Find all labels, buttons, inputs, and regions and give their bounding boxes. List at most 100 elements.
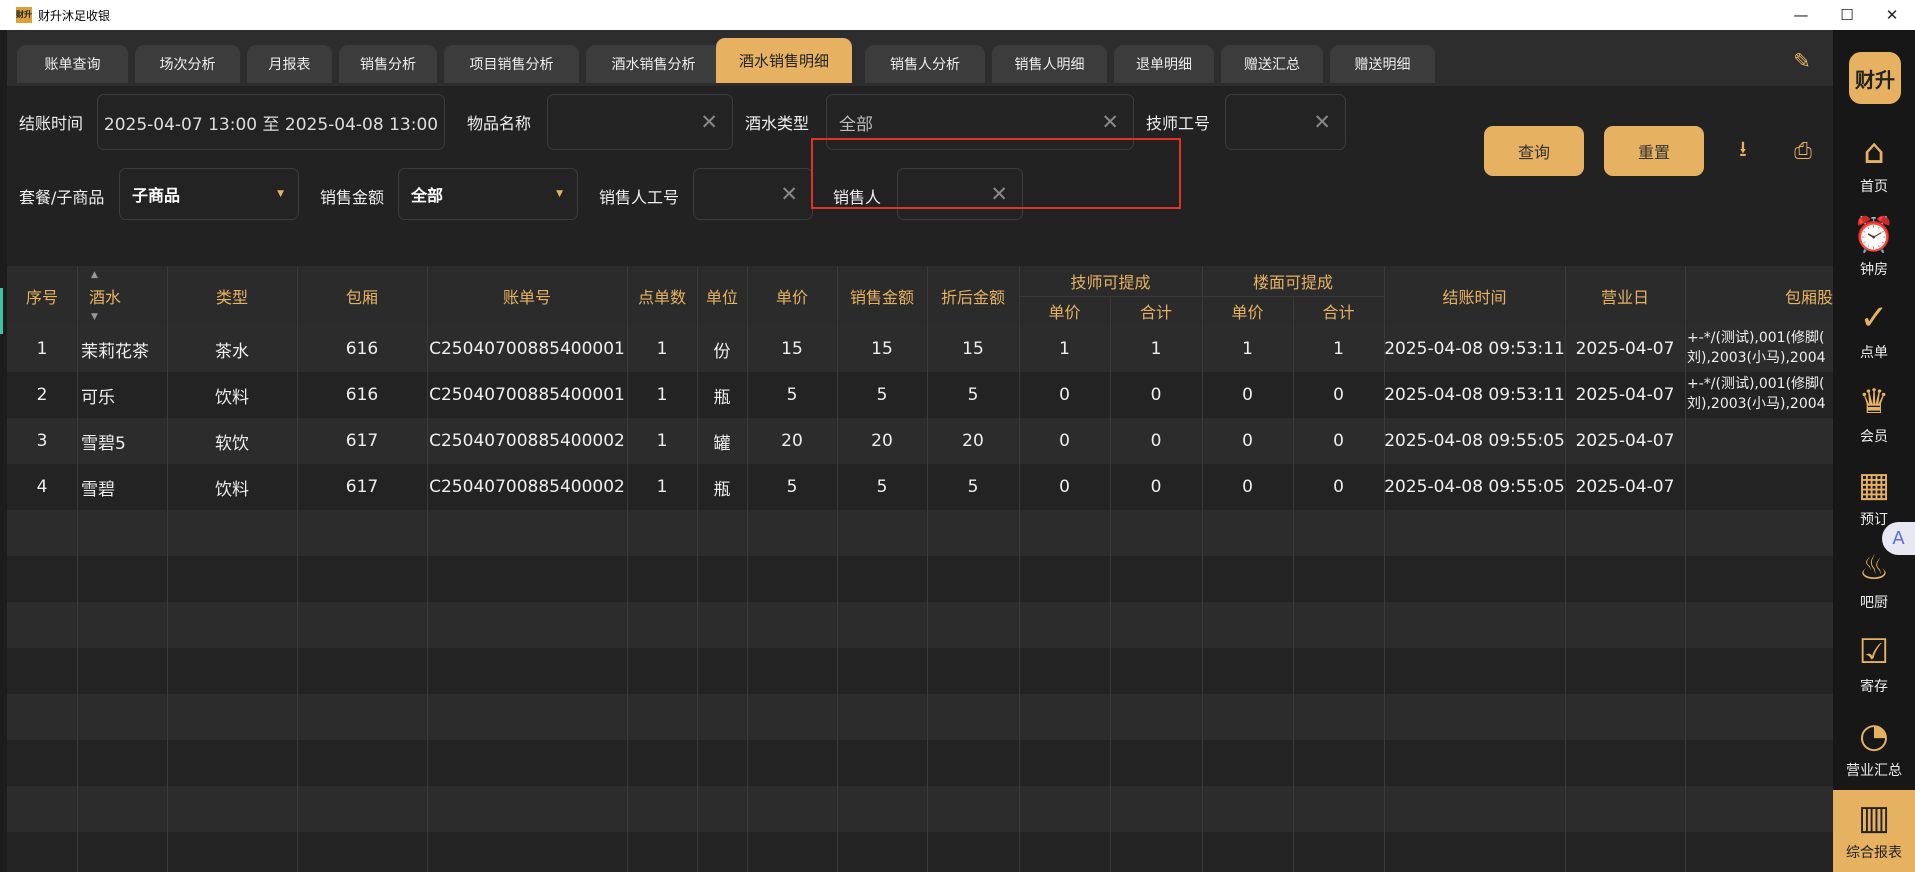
header-tech-total[interactable]: 合计: [1110, 296, 1202, 326]
table-row[interactable]: 4 雪碧 饮料 617 C25040700885400002 1 瓶 5 5 5 0 0 0 0 2025-…: [7, 464, 1833, 510]
tab-session-analysis[interactable]: 场次分析: [135, 45, 240, 83]
report-tab-bar: 账单查询 场次分析 月报表 销售分析 项目销售分析 酒水销售分析 酒水销售明细 …: [7, 30, 1833, 86]
header-checkout-time[interactable]: 结账时间: [1384, 266, 1565, 326]
header-business-day[interactable]: 营业日: [1565, 266, 1685, 326]
header-floor-commission: 楼面可提成: [1252, 273, 1333, 292]
clear-icon[interactable]: ✕: [700, 110, 718, 134]
header-type[interactable]: 类型: [167, 266, 297, 326]
bar-chart-icon: ▥: [1857, 798, 1891, 838]
empty-table-row: [7, 556, 1833, 602]
package-select[interactable]: 子商品 ▼: [119, 168, 299, 220]
cell-sales-amount: 5: [876, 385, 888, 405]
seller-id-input[interactable]: ✕: [693, 168, 813, 220]
clear-icon[interactable]: ✕: [1101, 110, 1119, 134]
tab-seller-analysis[interactable]: 销售人分析: [865, 45, 985, 83]
cell-type: 茶水: [215, 341, 249, 362]
cell-unit: 罐: [713, 433, 731, 454]
print-icon[interactable]: ⎙: [1788, 136, 1818, 166]
empty-table-row: [7, 602, 1833, 648]
cell-business-day: 2025-04-07: [1575, 477, 1675, 497]
tech-id-input[interactable]: ✕: [1225, 94, 1346, 150]
sidebar-item-order[interactable]: ✓ 点单: [1833, 296, 1915, 376]
query-button[interactable]: 查询: [1484, 126, 1584, 176]
sidebar-item-home[interactable]: ⌂ 首页: [1833, 130, 1915, 210]
sort-down-icon[interactable]: ▼: [91, 312, 98, 322]
cell-unit: 瓶: [713, 479, 731, 500]
header-qty[interactable]: 点单数: [627, 266, 697, 326]
cell-floor-unit: 1: [1242, 339, 1253, 359]
package-value: 子商品: [132, 186, 181, 205]
sidebar-item-business-summary[interactable]: ◔ 营业汇总: [1833, 714, 1915, 794]
download-icon[interactable]: ⭳: [1728, 136, 1758, 166]
sidebar-item-member[interactable]: ♛ 会员: [1833, 380, 1915, 460]
cell-checkout-time: 2025-04-08 09:55:05: [1384, 477, 1565, 497]
item-name-input[interactable]: ✕: [547, 94, 733, 150]
sales-amount-select[interactable]: 全部 ▼: [398, 168, 578, 220]
sidebar-item-storage[interactable]: ☑ 寄存: [1833, 630, 1915, 710]
sidebar-item-reports[interactable]: ▥ 综合报表: [1833, 790, 1915, 872]
reset-button[interactable]: 重置: [1604, 126, 1704, 176]
sidebar-item-kitchen[interactable]: ♨ 吧厨: [1833, 546, 1915, 626]
cell-floor-unit: 0: [1242, 431, 1253, 451]
header-room[interactable]: 包厢: [297, 266, 427, 326]
tab-sales-analysis[interactable]: 销售分析: [339, 45, 437, 83]
tab-drink-sales-detail[interactable]: 酒水销售明细: [716, 38, 852, 83]
tab-project-sales-analysis[interactable]: 项目销售分析: [444, 45, 579, 83]
header-floor-total[interactable]: 合计: [1293, 296, 1384, 326]
cell-checkout-time: 2025-04-08 09:53:11: [1384, 385, 1565, 405]
cell-floor-unit: 0: [1242, 477, 1253, 497]
cell-floor-total: 0: [1333, 385, 1344, 405]
header-bill-no[interactable]: 账单号: [427, 266, 627, 326]
header-floor-unit-price[interactable]: 单价: [1202, 296, 1293, 326]
minimize-button[interactable]: —: [1778, 0, 1824, 30]
sidebar-item-label: 营业汇总: [1846, 763, 1902, 779]
cell-seq: 4: [36, 477, 48, 497]
tab-bill-query[interactable]: 账单查询: [17, 45, 128, 83]
tab-gift-detail[interactable]: 赠送明细: [1330, 45, 1435, 83]
sort-up-icon[interactable]: ▲: [91, 270, 98, 280]
tab-monthly-report[interactable]: 月报表: [247, 45, 332, 83]
checkout-time-range-picker[interactable]: 2025-04-07 13:00 至 2025-04-08 13:00: [97, 94, 445, 150]
seller-id-label: 销售人工号: [599, 188, 680, 207]
table-row[interactable]: 2 可乐 饮料 616 C25040700885400001 1 瓶 5 5 5 0 0 0 0 2025-…: [7, 372, 1833, 418]
maximize-button[interactable]: ☐: [1824, 0, 1870, 30]
cell-unit-price: 20: [781, 431, 803, 451]
cell-drink: 茉莉花茶: [81, 341, 149, 362]
header-unit-price[interactable]: 单价: [747, 266, 837, 326]
sales-amount-value: 全部: [411, 186, 444, 205]
cell-floor-unit: 0: [1242, 385, 1253, 405]
cell-discount-amount: 5: [967, 385, 979, 405]
close-button[interactable]: ✕: [1869, 0, 1915, 30]
tab-drink-sales-analysis[interactable]: 酒水销售分析: [586, 45, 721, 83]
cell-room-tech: [1687, 420, 1833, 462]
clear-icon[interactable]: ✕: [780, 182, 798, 206]
main-sidebar: 财升 ⌂ 首页 ⏰ 钟房 ✓ 点单 ♛ 会员 ▦ 预订 ♨ 吧厨 ☑ 寄存 ◔ …: [1833, 30, 1915, 872]
header-room-tech[interactable]: 包厢股: [1685, 266, 1833, 326]
cell-qty: 1: [656, 477, 668, 497]
cell-seq: 2: [36, 385, 48, 405]
crown-icon: ♛: [1858, 382, 1890, 422]
window-title: 财升沐足收银: [38, 8, 111, 23]
cell-tech-total: 0: [1150, 385, 1162, 405]
table-row[interactable]: 3 雪碧5 软饮 617 C25040700885400002 1 罐 20 20 20 0 0 0 0 2…: [7, 418, 1833, 464]
tab-seller-detail[interactable]: 销售人明细: [992, 45, 1107, 83]
tab-refund-detail[interactable]: 退单明细: [1114, 45, 1214, 83]
header-tech-unit-price[interactable]: 单价: [1019, 296, 1110, 326]
table-row[interactable]: 1 茉莉花茶 茶水 616 C25040700885400001 1 份 15 15 15 1 1 1 1…: [7, 326, 1833, 372]
sidebar-item-label: 吧厨: [1860, 595, 1888, 611]
cell-room-tech: +-*/(测试),001(修脚(刘),2003(小马),2004: [1687, 328, 1833, 370]
clear-icon[interactable]: ✕: [1313, 110, 1331, 134]
tab-gift-summary[interactable]: 赠送汇总: [1221, 45, 1323, 83]
cell-type: 软饮: [215, 433, 249, 454]
header-sales-amount[interactable]: 销售金额: [837, 266, 927, 326]
edit-calendar-icon[interactable]: ✎: [1789, 48, 1815, 74]
checkout-time-value: 2025-04-07 13:00 至 2025-04-08 13:00: [103, 114, 439, 135]
empty-table-row: [7, 648, 1833, 694]
cell-sales-amount: 15: [871, 339, 893, 359]
sidebar-item-clock-room[interactable]: ⏰ 钟房: [1833, 213, 1915, 293]
header-unit[interactable]: 单位: [697, 266, 747, 326]
drink-type-value: 全部: [839, 114, 873, 135]
header-discount-amount[interactable]: 折后金额: [927, 266, 1019, 326]
header-seq[interactable]: 序号: [7, 266, 77, 326]
assistant-float-button[interactable]: A: [1882, 522, 1915, 555]
